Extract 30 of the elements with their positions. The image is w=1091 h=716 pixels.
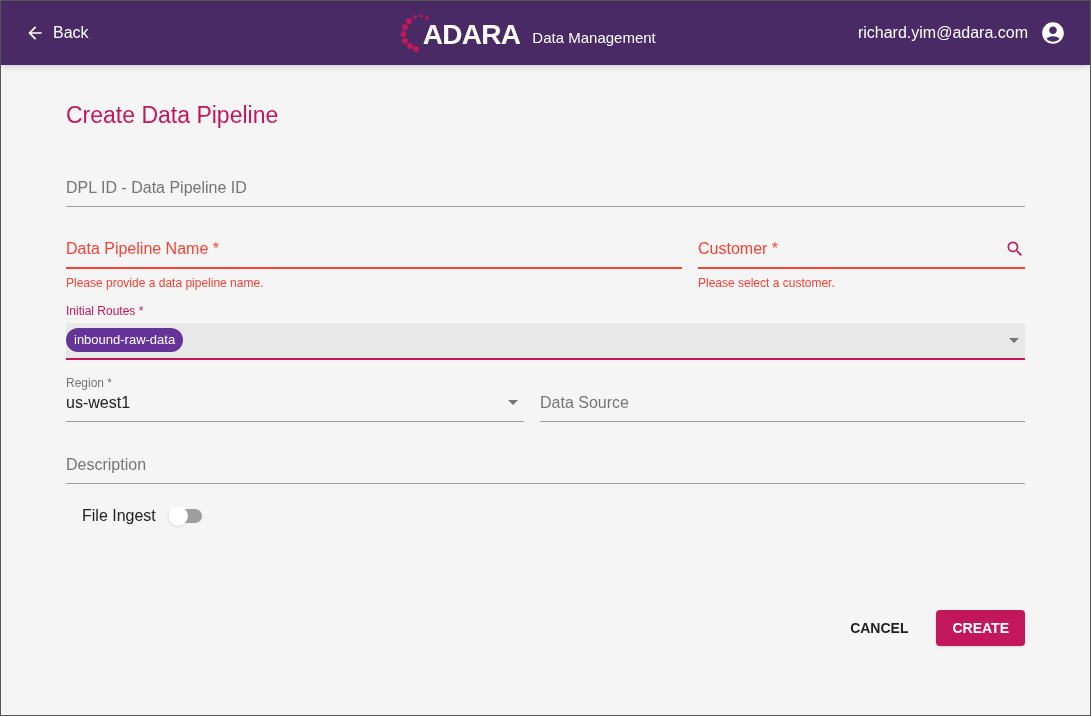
page-title: Create Data Pipeline [66, 101, 280, 130]
field-label: DPL ID - Data Pipeline ID [66, 177, 247, 198]
user-email: richard.yim@adara.com [857, 23, 1028, 43]
field-label: Data Source [540, 392, 629, 413]
back-button[interactable]: Back [25, 21, 89, 45]
field-value: us-west1 [66, 392, 131, 413]
dropdown-caret-icon [508, 400, 518, 405]
input-field[interactable]: Description [66, 433, 1025, 484]
account-icon[interactable] [1040, 20, 1066, 46]
error-text: Please select a customer. [698, 274, 836, 291]
field-label: Data Pipeline Name * [66, 238, 219, 259]
toggle-label: File Ingest [82, 505, 156, 526]
routes-select[interactable]: inbound-raw-data [66, 322, 1025, 360]
region-select[interactable]: Region * us-west1 [66, 371, 524, 422]
logo-text: ADARA [422, 21, 521, 52]
field-label: Initial Routes * [66, 302, 145, 319]
field-label: Region * [66, 374, 114, 391]
dropdown-caret-icon [1009, 337, 1019, 343]
file-ingest-switch[interactable] [167, 505, 204, 526]
input-field[interactable]: Data Source [540, 371, 1025, 422]
field-label: Customer * [698, 238, 779, 259]
error-text: Please provide a data pipeline name. [66, 274, 265, 291]
cancel-button[interactable]: CANCEL [834, 609, 925, 646]
input-field[interactable]: Data Pipeline Name * [66, 218, 682, 269]
create-button[interactable]: CREATE [936, 609, 1025, 646]
input-field[interactable]: DPL ID - Data Pipeline ID [66, 156, 1025, 207]
field-label: Description [66, 454, 147, 475]
input-field[interactable]: Customer * [698, 218, 1025, 269]
product-name: Data Management [532, 27, 656, 48]
route-chip[interactable]: inbound-raw-data [66, 328, 184, 352]
